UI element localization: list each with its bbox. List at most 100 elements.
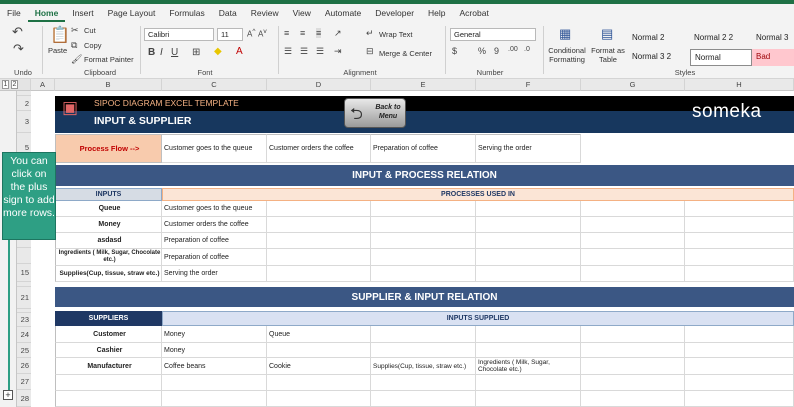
supplier-input[interactable] bbox=[371, 326, 476, 343]
conditional-formatting-button[interactable]: Conditional Formatting bbox=[546, 46, 588, 64]
supplier-name[interactable]: Manufacturer bbox=[55, 358, 162, 375]
row-header[interactable]: 24 bbox=[17, 327, 31, 343]
tab-data[interactable]: Data bbox=[212, 4, 244, 22]
align-right-icon[interactable]: ☰ bbox=[316, 46, 324, 57]
process-flow-step[interactable]: Preparation of coffee bbox=[371, 134, 476, 163]
style-normal-3-2[interactable]: Normal 3 2 bbox=[628, 49, 690, 66]
tab-developer[interactable]: Developer bbox=[368, 4, 421, 22]
input-process[interactable]: Preparation of coffee bbox=[162, 233, 267, 249]
align-middle-icon[interactable]: ≡ bbox=[300, 28, 305, 38]
supplier-input[interactable] bbox=[476, 391, 581, 407]
input-process[interactable] bbox=[371, 249, 476, 266]
row-header[interactable]: 28 bbox=[17, 390, 31, 407]
supplier-input[interactable] bbox=[581, 343, 685, 358]
input-process[interactable] bbox=[371, 266, 476, 282]
tab-view[interactable]: View bbox=[286, 4, 318, 22]
input-process[interactable] bbox=[267, 266, 371, 282]
column-header-f[interactable]: F bbox=[476, 79, 581, 91]
input-process[interactable] bbox=[581, 233, 685, 249]
back-to-menu-button[interactable]: ⮌ Back to Menu bbox=[344, 98, 406, 128]
input-process[interactable] bbox=[267, 233, 371, 249]
input-process[interactable] bbox=[581, 249, 685, 266]
row-header[interactable]: 27 bbox=[17, 374, 31, 390]
input-process[interactable] bbox=[685, 233, 794, 249]
input-process[interactable]: Customer goes to the queue bbox=[162, 201, 267, 217]
input-process[interactable] bbox=[371, 233, 476, 249]
row-header[interactable]: 2 bbox=[17, 96, 31, 111]
tab-formulas[interactable]: Formulas bbox=[162, 4, 211, 22]
orientation-icon[interactable]: ↗ bbox=[334, 28, 342, 39]
supplier-input[interactable] bbox=[685, 358, 794, 375]
input-name[interactable]: asdasd bbox=[55, 233, 162, 249]
row-header[interactable]: 23 bbox=[17, 313, 31, 327]
italic-icon[interactable]: I bbox=[160, 47, 163, 58]
supplier-input[interactable] bbox=[685, 343, 794, 358]
supplier-input[interactable] bbox=[476, 343, 581, 358]
merge-center-button[interactable]: Merge & Center bbox=[379, 49, 432, 58]
cut-button[interactable]: Cut bbox=[84, 26, 96, 35]
font-color-icon[interactable]: A bbox=[236, 46, 243, 57]
outline-level-1-button[interactable]: 1 bbox=[2, 80, 9, 89]
column-header-d[interactable]: D bbox=[267, 79, 371, 91]
column-header-c[interactable]: C bbox=[162, 79, 267, 91]
fill-color-icon[interactable]: ◆ bbox=[214, 46, 222, 57]
row-header[interactable] bbox=[17, 248, 31, 264]
input-process[interactable] bbox=[581, 266, 685, 282]
input-process[interactable] bbox=[685, 249, 794, 266]
column-header-g[interactable]: G bbox=[581, 79, 685, 91]
supplier-input[interactable] bbox=[267, 343, 371, 358]
process-flow-step[interactable]: Customer orders the coffee bbox=[267, 134, 371, 163]
supplier-input[interactable]: Coffee beans bbox=[162, 358, 267, 375]
process-flow-step[interactable]: Serving the order bbox=[476, 134, 581, 163]
input-process[interactable] bbox=[685, 201, 794, 217]
style-normal[interactable]: Normal bbox=[690, 49, 752, 66]
style-bad[interactable]: Bad bbox=[752, 49, 794, 66]
row-header[interactable]: 15 bbox=[17, 264, 31, 282]
supplier-name[interactable]: Customer bbox=[55, 326, 162, 343]
input-process[interactable] bbox=[581, 201, 685, 217]
supplier-input[interactable]: Ingredients ( Milk, Sugar, Chocolate etc… bbox=[476, 358, 581, 375]
supplier-input[interactable]: Queue bbox=[267, 326, 371, 343]
supplier-name[interactable] bbox=[55, 391, 162, 407]
align-center-icon[interactable]: ☰ bbox=[300, 46, 308, 57]
input-name[interactable]: Queue bbox=[55, 201, 162, 217]
supplier-input[interactable] bbox=[581, 391, 685, 407]
tab-file[interactable]: File bbox=[0, 4, 28, 22]
supplier-input[interactable] bbox=[371, 391, 476, 407]
supplier-input[interactable] bbox=[476, 375, 581, 391]
process-flow-step[interactable]: Customer goes to the queue bbox=[162, 134, 267, 163]
input-process[interactable] bbox=[685, 217, 794, 233]
input-process[interactable] bbox=[476, 233, 581, 249]
supplier-input[interactable]: Money bbox=[162, 326, 267, 343]
input-process[interactable] bbox=[476, 217, 581, 233]
supplier-input[interactable] bbox=[581, 326, 685, 343]
expand-rows-plus-icon[interactable]: + bbox=[3, 390, 13, 400]
input-process[interactable] bbox=[476, 266, 581, 282]
borders-icon[interactable]: ⊞ bbox=[192, 47, 200, 58]
tab-insert[interactable]: Insert bbox=[65, 4, 100, 22]
input-process[interactable] bbox=[371, 217, 476, 233]
supplier-input[interactable] bbox=[685, 375, 794, 391]
align-top-icon[interactable]: ≡ bbox=[284, 28, 289, 38]
underline-icon[interactable]: U bbox=[171, 47, 178, 58]
input-process[interactable]: Preparation of coffee bbox=[162, 249, 267, 266]
supplier-input[interactable] bbox=[685, 326, 794, 343]
column-header-h[interactable]: H bbox=[685, 79, 794, 91]
outline-level-2-button[interactable]: 2 bbox=[11, 80, 18, 89]
input-process[interactable]: Serving the order bbox=[162, 266, 267, 282]
style-normal-2-2[interactable]: Normal 2 2 bbox=[690, 30, 752, 47]
wrap-text-button[interactable]: Wrap Text bbox=[379, 30, 413, 39]
input-process[interactable]: Customer orders the coffee bbox=[162, 217, 267, 233]
input-name[interactable]: Money bbox=[55, 217, 162, 233]
paste-button[interactable]: Paste bbox=[48, 46, 67, 55]
supplier-input[interactable]: Money bbox=[162, 343, 267, 358]
align-left-icon[interactable]: ☰ bbox=[284, 46, 292, 57]
input-process[interactable] bbox=[581, 217, 685, 233]
supplier-input[interactable] bbox=[371, 343, 476, 358]
supplier-name[interactable]: Cashier bbox=[55, 343, 162, 358]
supplier-input[interactable] bbox=[685, 391, 794, 407]
tab-help[interactable]: Help bbox=[421, 4, 452, 22]
font-size-select[interactable]: 11 bbox=[217, 28, 243, 41]
style-normal-3[interactable]: Normal 3 bbox=[752, 30, 794, 47]
input-name[interactable]: Ingredients ( Milk, Sugar, Chocolate etc… bbox=[55, 249, 162, 266]
